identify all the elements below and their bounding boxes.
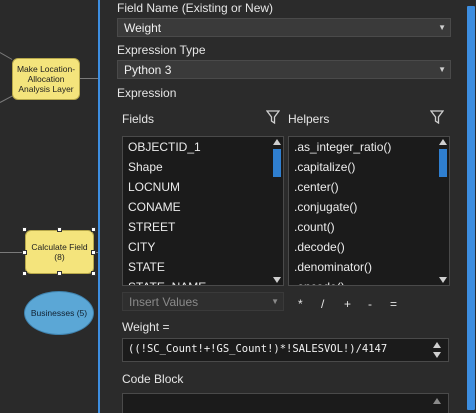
chevron-down-icon[interactable]: ▼	[438, 23, 446, 32]
weight-expression-label: Weight =	[122, 320, 170, 334]
connector-line	[80, 78, 98, 79]
fields-label: Fields	[122, 112, 155, 126]
insert-values-dropdown[interactable]: Insert Values ▼	[122, 292, 284, 311]
field-name-label: Field Name (Existing or New)	[117, 1, 274, 15]
spin-up-icon[interactable]	[433, 398, 441, 404]
spin-down-icon[interactable]	[433, 352, 441, 358]
scroll-thumb[interactable]	[273, 149, 281, 177]
panel-scrollbar[interactable]	[466, 0, 476, 413]
selection-handle[interactable]	[57, 271, 62, 276]
list-item[interactable]: .center()	[289, 177, 435, 197]
field-name-combobox[interactable]: Weight ▼	[117, 18, 451, 37]
code-block-input[interactable]	[122, 393, 449, 413]
list-item[interactable]: LOCNUM	[123, 177, 269, 197]
node-label: Make Location-Allocation Analysis Layer	[16, 64, 76, 94]
list-item[interactable]: STATE_NAME	[123, 277, 269, 285]
expression-input[interactable]: ((!SC_Count!+!GS_Count!)*!SALESVOL!)/414…	[122, 338, 449, 362]
selection-handle[interactable]	[22, 271, 27, 276]
list-item[interactable]: CITY	[123, 237, 269, 257]
scroll-thumb[interactable]	[439, 149, 447, 177]
scroll-thumb[interactable]	[467, 6, 475, 410]
model-node-businesses[interactable]: Businesses (5)	[24, 291, 94, 335]
list-item[interactable]: CONAME	[123, 197, 269, 217]
list-item[interactable]: .encode()	[289, 277, 435, 285]
list-item[interactable]: .capitalize()	[289, 157, 435, 177]
expression-type-label: Expression Type	[117, 43, 206, 57]
selection-handle[interactable]	[57, 227, 62, 232]
expression-label: Expression	[117, 86, 177, 100]
list-item[interactable]: .as_integer_ratio()	[289, 137, 435, 157]
helpers-label: Helpers	[288, 112, 330, 126]
chevron-down-icon[interactable]: ▼	[271, 297, 279, 306]
helpers-scrollbar[interactable]	[437, 137, 449, 285]
selection-handle[interactable]	[91, 271, 96, 276]
node-label: Calculate Field (8)	[31, 242, 88, 262]
connector-line	[0, 95, 13, 103]
scroll-down-icon[interactable]	[439, 277, 447, 283]
scroll-down-icon[interactable]	[273, 277, 281, 283]
insert-values-placeholder: Insert Values	[129, 295, 199, 309]
list-item[interactable]: STREET	[123, 217, 269, 237]
model-node-calculate-field[interactable]: Calculate Field (8)	[25, 230, 94, 274]
connector-line	[0, 252, 24, 253]
node-label: Businesses (5)	[30, 308, 88, 318]
chevron-down-icon[interactable]: ▼	[438, 65, 446, 74]
field-name-value: Weight	[124, 21, 162, 35]
list-item[interactable]: .decode()	[289, 237, 435, 257]
operator-multiply-button[interactable]: *	[298, 297, 303, 311]
operator-buttons: * / + - =	[296, 297, 416, 311]
expression-type-value: Python 3	[124, 63, 172, 77]
spin-up-icon[interactable]	[433, 342, 441, 348]
list-item[interactable]: OBJECTID_1	[123, 137, 269, 157]
list-item[interactable]: Shape	[123, 157, 269, 177]
list-item[interactable]: .denominator()	[289, 257, 435, 277]
scroll-up-icon[interactable]	[273, 139, 281, 145]
filter-icon[interactable]	[430, 110, 444, 124]
fields-list[interactable]: OBJECTID_1 Shape LOCNUM CONAME STREET CI…	[122, 136, 284, 286]
code-block-label: Code Block	[122, 372, 184, 386]
selection-handle[interactable]	[22, 250, 27, 255]
connector-line	[0, 52, 13, 60]
expression-text: ((!SC_Count!+!GS_Count!)*!SALESVOL!)/414…	[128, 343, 388, 355]
operator-plus-button[interactable]: +	[344, 297, 351, 311]
operator-minus-button[interactable]: -	[368, 297, 372, 311]
list-item[interactable]: .conjugate()	[289, 197, 435, 217]
expression-type-dropdown[interactable]: Python 3 ▼	[117, 60, 451, 79]
model-node-make-location-allocation[interactable]: Make Location-Allocation Analysis Layer	[12, 58, 80, 100]
operator-divide-button[interactable]: /	[321, 297, 324, 311]
selection-handle[interactable]	[22, 227, 27, 232]
helpers-list[interactable]: .as_integer_ratio() .capitalize() .cente…	[288, 136, 450, 286]
fields-scrollbar[interactable]	[271, 137, 283, 285]
model-canvas[interactable]: Make Location-Allocation Analysis Layer …	[0, 0, 98, 413]
scroll-up-icon[interactable]	[439, 139, 447, 145]
selection-handle[interactable]	[91, 227, 96, 232]
selection-handle[interactable]	[91, 250, 96, 255]
list-item[interactable]: .count()	[289, 217, 435, 237]
filter-icon[interactable]	[266, 110, 280, 124]
tool-parameters-panel: Field Name (Existing or New) Weight ▼ Ex…	[98, 0, 476, 413]
operator-equals-button[interactable]: =	[390, 297, 397, 311]
list-item[interactable]: STATE	[123, 257, 269, 277]
